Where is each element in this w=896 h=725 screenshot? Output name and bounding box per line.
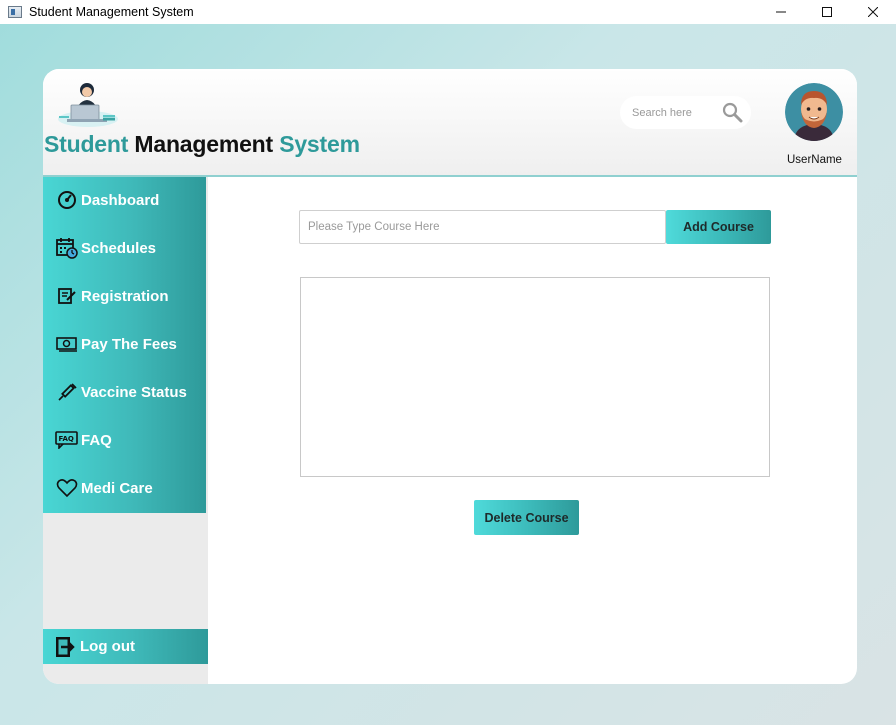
brand-word-management: Management (134, 131, 273, 157)
minimize-button[interactable] (758, 0, 804, 24)
app-brand-title: Student Management System (44, 131, 360, 158)
course-input[interactable] (299, 210, 666, 244)
speedometer-icon (54, 190, 80, 210)
window-controls (758, 0, 896, 24)
sidebar-nav: Dashboard Schedules Registration Pay The… (43, 177, 206, 513)
sidebar-item-schedules[interactable]: Schedules (43, 228, 206, 268)
sidebar-item-medi-care[interactable]: Medi Care (43, 468, 206, 508)
syringe-icon (54, 382, 80, 402)
close-icon (868, 7, 878, 17)
window-title: Student Management System (29, 5, 194, 19)
sidebar-item-dashboard[interactable]: Dashboard (43, 180, 206, 220)
sidebar-item-label: Medi Care (81, 479, 153, 497)
delete-course-button[interactable]: Delete Course (474, 500, 579, 535)
calendar-clock-icon (54, 237, 80, 259)
minimize-icon (776, 11, 786, 13)
logout-label: Log out (80, 638, 135, 655)
logout-button[interactable]: Log out (43, 629, 208, 664)
header: Student Management System Search here Us… (43, 69, 857, 177)
heart-icon (54, 478, 80, 498)
sidebar-item-label: Pay The Fees (81, 335, 177, 353)
username-label: UserName (787, 154, 842, 166)
student-laptop-logo (57, 81, 119, 127)
add-course-button[interactable]: Add Course (666, 210, 771, 244)
brand-word-system: System (279, 131, 360, 157)
sidebar-item-vaccine-status[interactable]: Vaccine Status (43, 372, 206, 412)
main-window: Student Management System Search here Us… (43, 69, 857, 684)
faq-icon: FAQ (54, 431, 80, 449)
close-button[interactable] (850, 0, 896, 24)
sidebar-item-registration[interactable]: Registration (43, 276, 206, 316)
maximize-button[interactable] (804, 0, 850, 24)
sidebar-item-pay-fees[interactable]: Pay The Fees (43, 324, 206, 364)
search-icon[interactable] (722, 102, 743, 127)
search-box (620, 96, 751, 129)
brand-word-student: Student (44, 131, 129, 157)
search-input[interactable] (632, 106, 722, 119)
course-list[interactable] (300, 277, 770, 477)
sidebar-item-label: Registration (81, 287, 169, 305)
app-icon (8, 6, 22, 18)
sidebar-item-faq[interactable]: FAQ FAQ (43, 420, 206, 460)
sidebar-item-label: Dashboard (81, 191, 160, 209)
window-titlebar: Student Management System (0, 0, 896, 24)
sidebar: Dashboard Schedules Registration Pay The… (43, 177, 208, 684)
sidebar-item-label: Schedules (81, 239, 157, 257)
avatar[interactable] (785, 83, 843, 141)
edit-form-icon (54, 287, 80, 305)
logout-icon (52, 636, 78, 658)
sidebar-item-label: FAQ (81, 431, 112, 449)
svg-text:FAQ: FAQ (59, 435, 74, 443)
maximize-icon (822, 7, 832, 17)
money-icon (54, 336, 80, 352)
sidebar-item-label: Vaccine Status (81, 383, 187, 401)
